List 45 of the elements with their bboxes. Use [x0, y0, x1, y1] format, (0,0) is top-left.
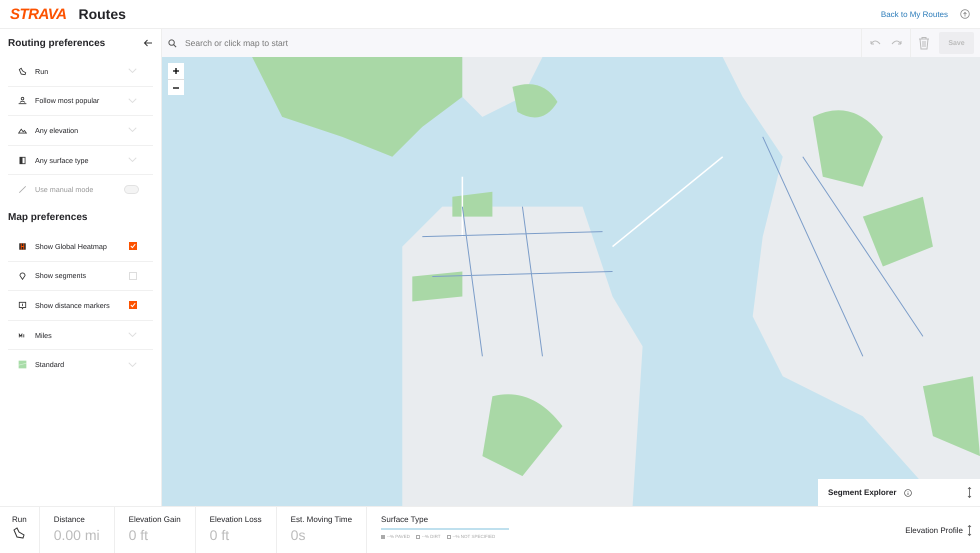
section-title: Map preferences [8, 212, 88, 224]
legend-swatch [416, 534, 420, 538]
stat-value: 0 ft [128, 527, 150, 543]
stat-label: Elevation Loss [210, 515, 262, 524]
help-icon[interactable] [960, 9, 970, 19]
stat-label: Distance [54, 515, 86, 524]
elevation-profile-label[interactable]: Elevation Profile [905, 526, 963, 534]
chevron-down-icon [128, 332, 137, 338]
checkbox[interactable] [129, 301, 137, 310]
expand-icon[interactable] [967, 524, 972, 536]
chevron-down-icon [128, 362, 137, 368]
info-icon[interactable] [904, 488, 912, 496]
zoom-out-button[interactable]: − [168, 79, 184, 95]
miles-icon [18, 330, 27, 340]
checkbox[interactable] [129, 242, 137, 250]
page-title: Routes [78, 6, 126, 22]
stat-label: Elevation Gain [128, 515, 181, 524]
legend-swatch [381, 534, 386, 538]
stat-value: 0 ft [210, 527, 230, 543]
stat-label: Est. Moving Time [290, 515, 352, 524]
search-icon [168, 38, 177, 48]
search-input[interactable]: Search or click map to start [183, 37, 861, 49]
chevron-down-icon [128, 127, 137, 134]
person-pin-icon [18, 96, 27, 106]
section-title: Routing preferences [8, 38, 106, 48]
chevron-down-icon [128, 68, 137, 74]
map-thumbnail-icon [18, 360, 27, 370]
surface-icon [18, 156, 27, 165]
chevron-down-icon [128, 98, 137, 104]
chevron-down-icon [128, 157, 137, 164]
expand-icon[interactable] [967, 487, 972, 498]
stat-label: Surface Type [381, 515, 430, 524]
legend-swatch [446, 534, 451, 538]
segment-explorer-panel[interactable]: Segment Explorer [818, 479, 980, 506]
trash-icon[interactable] [917, 36, 931, 50]
panel-title: Segment Explorer [828, 488, 896, 497]
mountain-icon [18, 126, 27, 135]
marker-icon [18, 300, 27, 310]
stat-value: 0s [290, 527, 306, 543]
collapse-arrow-icon[interactable] [143, 38, 153, 48]
back-link[interactable]: Back to My Routes [880, 10, 948, 18]
heatmap-icon [18, 242, 27, 251]
pin-icon [18, 271, 27, 280]
stat-label: Run [12, 515, 27, 524]
stat-value: 0.00 mi [54, 527, 100, 543]
